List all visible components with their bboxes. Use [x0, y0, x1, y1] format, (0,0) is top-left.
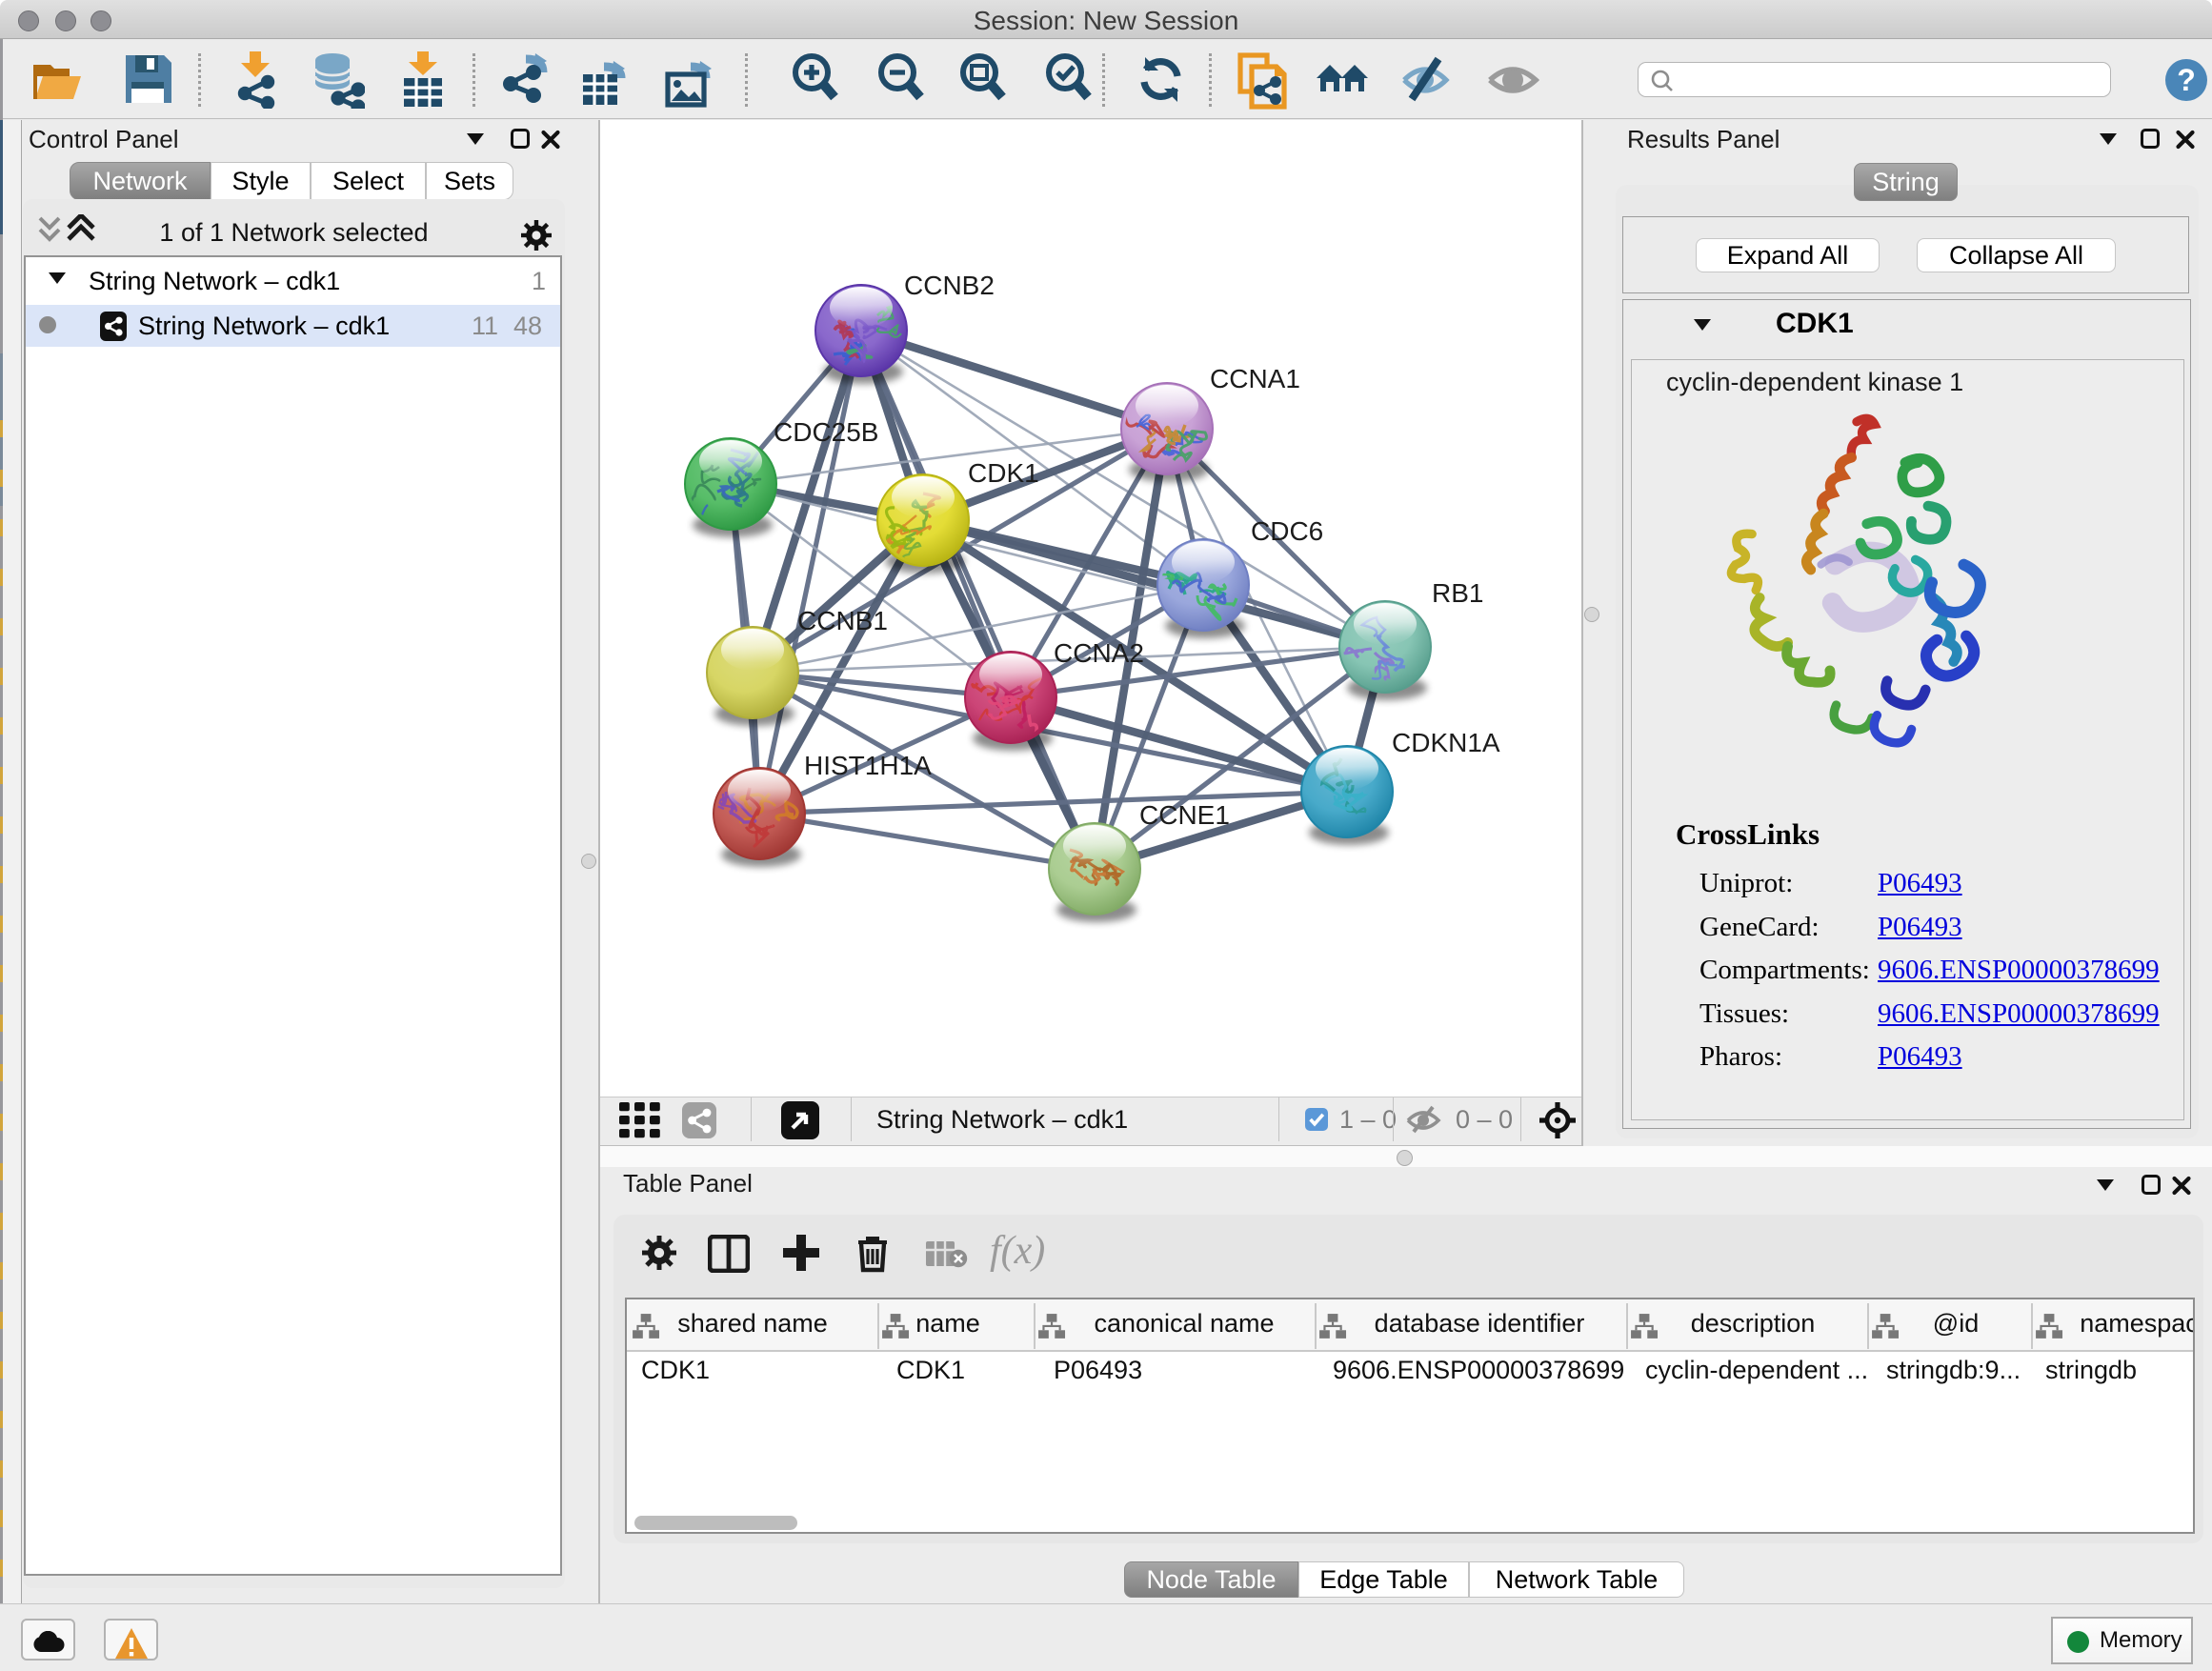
- svg-text:?: ?: [2177, 63, 2196, 97]
- svg-text:RB1: RB1: [1432, 578, 1483, 608]
- svg-text:CCNA2: CCNA2: [1054, 638, 1144, 668]
- svg-text:CCNB2: CCNB2: [904, 271, 995, 300]
- svg-text:CDC6: CDC6: [1251, 516, 1323, 546]
- svg-text:CCNE1: CCNE1: [1139, 800, 1230, 830]
- svg-text:CDK1: CDK1: [968, 458, 1039, 488]
- svg-text:CCNA1: CCNA1: [1210, 364, 1300, 393]
- svg-text:CDC25B: CDC25B: [774, 417, 878, 447]
- svg-text:CCNB1: CCNB1: [797, 606, 888, 635]
- svg-text:CDKN1A: CDKN1A: [1392, 728, 1500, 757]
- svg-text:HIST1H1A: HIST1H1A: [804, 751, 932, 780]
